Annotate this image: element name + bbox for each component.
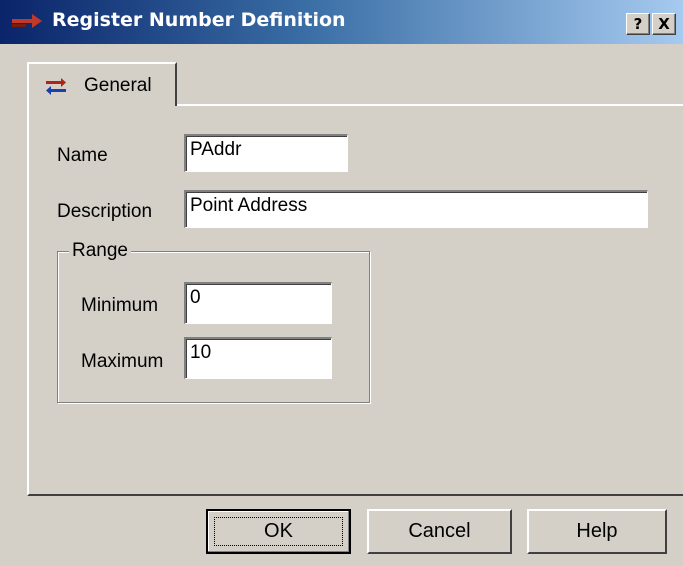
range-legend: Range [69, 240, 131, 262]
help-button-label: Help [576, 520, 618, 542]
description-field[interactable]: Point Address [184, 190, 648, 228]
minimum-field[interactable]: 0 [184, 282, 332, 324]
register-number-icon [12, 14, 42, 28]
window-title: Register Number Definition [52, 9, 346, 31]
focus-rectangle [214, 517, 343, 546]
range-groupbox [57, 251, 370, 403]
minimum-label: Minimum [81, 295, 159, 316]
name-field[interactable]: PAddr [184, 134, 348, 172]
ok-button[interactable]: OK [206, 509, 351, 554]
cancel-button-label: Cancel [408, 520, 471, 542]
help-button[interactable]: Help [527, 509, 667, 554]
maximum-label: Maximum [81, 351, 164, 372]
dialog-window: Register Number Definition ? X General N… [0, 0, 683, 566]
title-bar[interactable]: Register Number Definition ? X [0, 0, 683, 44]
description-label: Description [57, 201, 153, 222]
tab-general-label: General [84, 75, 152, 96]
cancel-button[interactable]: Cancel [367, 509, 512, 554]
context-help-button[interactable]: ? [626, 13, 650, 35]
close-button[interactable]: X [652, 13, 676, 35]
tab-general[interactable]: General [27, 62, 177, 106]
register-tab-icon [46, 78, 66, 95]
maximum-field[interactable]: 10 [184, 337, 332, 379]
name-label: Name [57, 145, 108, 166]
